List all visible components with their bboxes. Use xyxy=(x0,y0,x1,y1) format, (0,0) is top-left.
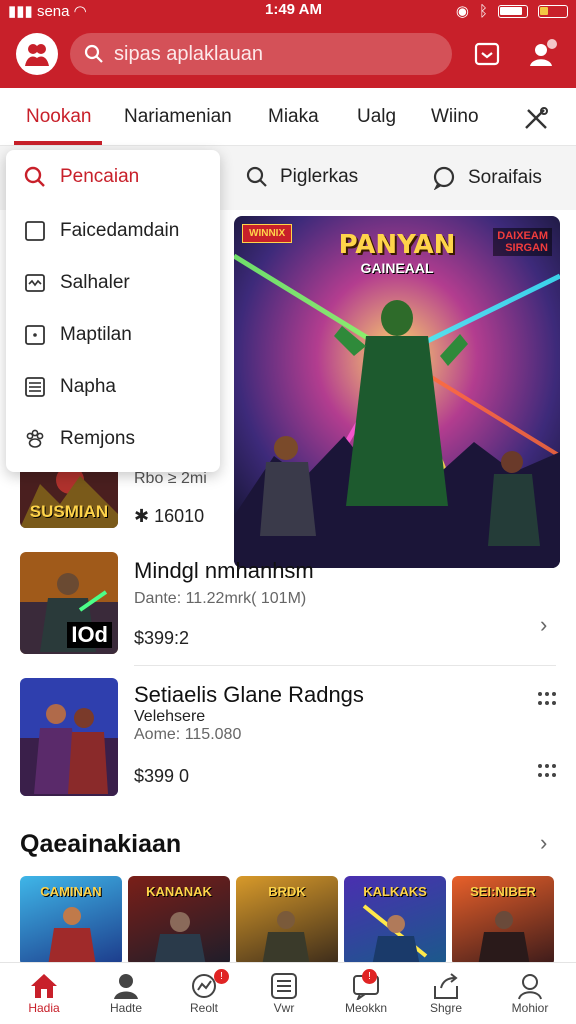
row-divider xyxy=(134,665,556,666)
game-card-1[interactable]: CAMINAN xyxy=(20,876,122,966)
tools-button[interactable] xyxy=(522,106,550,138)
bottom-navigation: Hadia Hadte ! Reolt Vwr ! Meokkn Shgre M… xyxy=(0,962,576,1024)
row-1-title[interactable]: Mindgl nmhanhsm xyxy=(134,558,314,584)
partial-row-price: ✱ 16010 xyxy=(134,506,205,526)
featured-banner[interactable]: WINNIX PANYAN GAINEAAL DAIXEAM SIRGAN xyxy=(234,216,560,568)
category-tabs: Nookan Nariamenian Miaka Ualg Wiino xyxy=(0,88,576,146)
row-1-meta: Dante: 11.22mrk( 101M) xyxy=(134,590,307,607)
nav-reolt-badge: ! xyxy=(214,969,229,984)
dot-box-icon xyxy=(25,325,45,345)
logo-icon xyxy=(25,44,49,66)
nav-reolt[interactable]: ! Reolt xyxy=(164,969,244,1015)
account-button[interactable] xyxy=(526,38,558,70)
search-icon xyxy=(24,166,45,187)
tab-nookan[interactable]: Nookan xyxy=(26,106,92,128)
search-icon xyxy=(84,44,103,63)
location-icon: ◉ xyxy=(455,3,469,20)
row-2-thumbnail[interactable] xyxy=(20,678,118,796)
search-placeholder: sipas aplaklauan xyxy=(114,42,263,65)
row-2-price: $399 0 xyxy=(134,766,190,786)
row-2-meta: Aome: 115.080 xyxy=(134,726,242,743)
game-card-5[interactable]: SEI:NIBER xyxy=(452,876,554,966)
row-1-thumbnail[interactable]: IOd xyxy=(20,552,118,654)
battery-secondary-icon xyxy=(538,4,568,18)
menu-item-pencaian[interactable]: Pencaian xyxy=(24,166,139,188)
filter-piglerkas[interactable]: Piglerkas xyxy=(246,166,358,188)
status-time: 1:49 AM xyxy=(265,1,322,18)
status-right: ◉ ᛒ xyxy=(456,2,568,20)
tab-miaka[interactable]: Miaka xyxy=(268,106,319,128)
share-icon xyxy=(434,973,458,999)
row-2-options-icon[interactable] xyxy=(538,764,556,778)
wave-box-icon xyxy=(25,274,45,292)
game-card-3[interactable]: BRDK xyxy=(236,876,338,966)
menu-item-salhaler[interactable]: Salhaler xyxy=(24,272,130,294)
inbox-icon xyxy=(474,42,500,66)
tab-nariamenian[interactable]: Nariamenian xyxy=(124,106,232,128)
tools-icon xyxy=(525,107,548,129)
section-title: Qaeainakiaan xyxy=(20,830,182,858)
home-icon xyxy=(31,974,57,998)
search-icon xyxy=(246,166,267,187)
hero-subtitle: GAINEAAL xyxy=(360,260,434,276)
user-icon xyxy=(530,39,557,66)
wifi-icon: ◠ xyxy=(73,3,87,20)
nav-meokkn-badge: ! xyxy=(362,969,377,984)
row-1-chevron-icon[interactable]: › xyxy=(540,612,547,638)
bluetooth-icon: ᛒ xyxy=(478,2,488,20)
list-icon xyxy=(271,973,297,999)
person-icon xyxy=(114,974,138,999)
game-card-4[interactable]: KALKAKS xyxy=(344,876,446,966)
partial-thumb-caption: SUSMIAN xyxy=(29,502,109,521)
nav-shgre[interactable]: Shgre xyxy=(406,971,486,1015)
row-2-title[interactable]: Setiaelis Glane Radngs xyxy=(134,682,364,708)
tab-ualg[interactable]: Ualg xyxy=(357,106,396,128)
section-chevron-icon[interactable]: › xyxy=(540,830,547,856)
list-box-icon xyxy=(25,377,45,397)
game-card-2[interactable]: KANANAK xyxy=(128,876,230,966)
paw-icon xyxy=(26,429,44,448)
tab-wiino[interactable]: Wiino xyxy=(431,106,479,128)
search-bar[interactable]: sipas aplaklauan xyxy=(70,33,452,75)
app-logo[interactable] xyxy=(16,33,58,75)
nav-meokkn[interactable]: ! Meokkn xyxy=(326,969,406,1015)
nav-vwr[interactable]: Vwr xyxy=(244,971,324,1015)
filter-soraifais[interactable]: Soraifais xyxy=(432,166,542,190)
square-icon xyxy=(25,221,45,241)
active-tab-indicator xyxy=(14,141,102,145)
row-1-price: $399:2 xyxy=(134,628,190,648)
row-2-subtitle: Velehsere xyxy=(134,708,206,725)
menu-item-maptilan[interactable]: Maptilan xyxy=(24,324,132,346)
partial-row-meta: Rbo ≥ 2mi xyxy=(134,470,207,487)
carrier-label: ▮▮▮ sena ◠ xyxy=(8,3,87,20)
menu-item-remjons[interactable]: Remjons xyxy=(24,428,135,450)
chat-bubble-icon xyxy=(433,166,455,190)
profile-icon xyxy=(518,974,542,1000)
row-2-more-icon[interactable] xyxy=(538,692,556,706)
battery-icon xyxy=(498,4,528,18)
dropdown-menu: Pencaian Faicedamdain Salhaler Maptilan … xyxy=(6,150,220,472)
hero-tag: DAIXEAM SIRGAN xyxy=(493,228,552,256)
menu-item-napha[interactable]: Napha xyxy=(24,376,116,398)
signal-icon: ▮▮▮ xyxy=(8,3,37,20)
status-bar: ▮▮▮ sena ◠ 1:49 AM ◉ ᛒ xyxy=(0,0,576,22)
row-1-thumb-caption: IOd xyxy=(67,622,112,648)
menu-item-faicedamdain[interactable]: Faicedamdain xyxy=(24,220,179,242)
nav-hadia[interactable]: Hadia xyxy=(4,971,84,1015)
inbox-button[interactable] xyxy=(471,38,503,70)
nav-mohior[interactable]: Mohior xyxy=(490,971,570,1015)
nav-hadte[interactable]: Hadte xyxy=(86,971,166,1015)
